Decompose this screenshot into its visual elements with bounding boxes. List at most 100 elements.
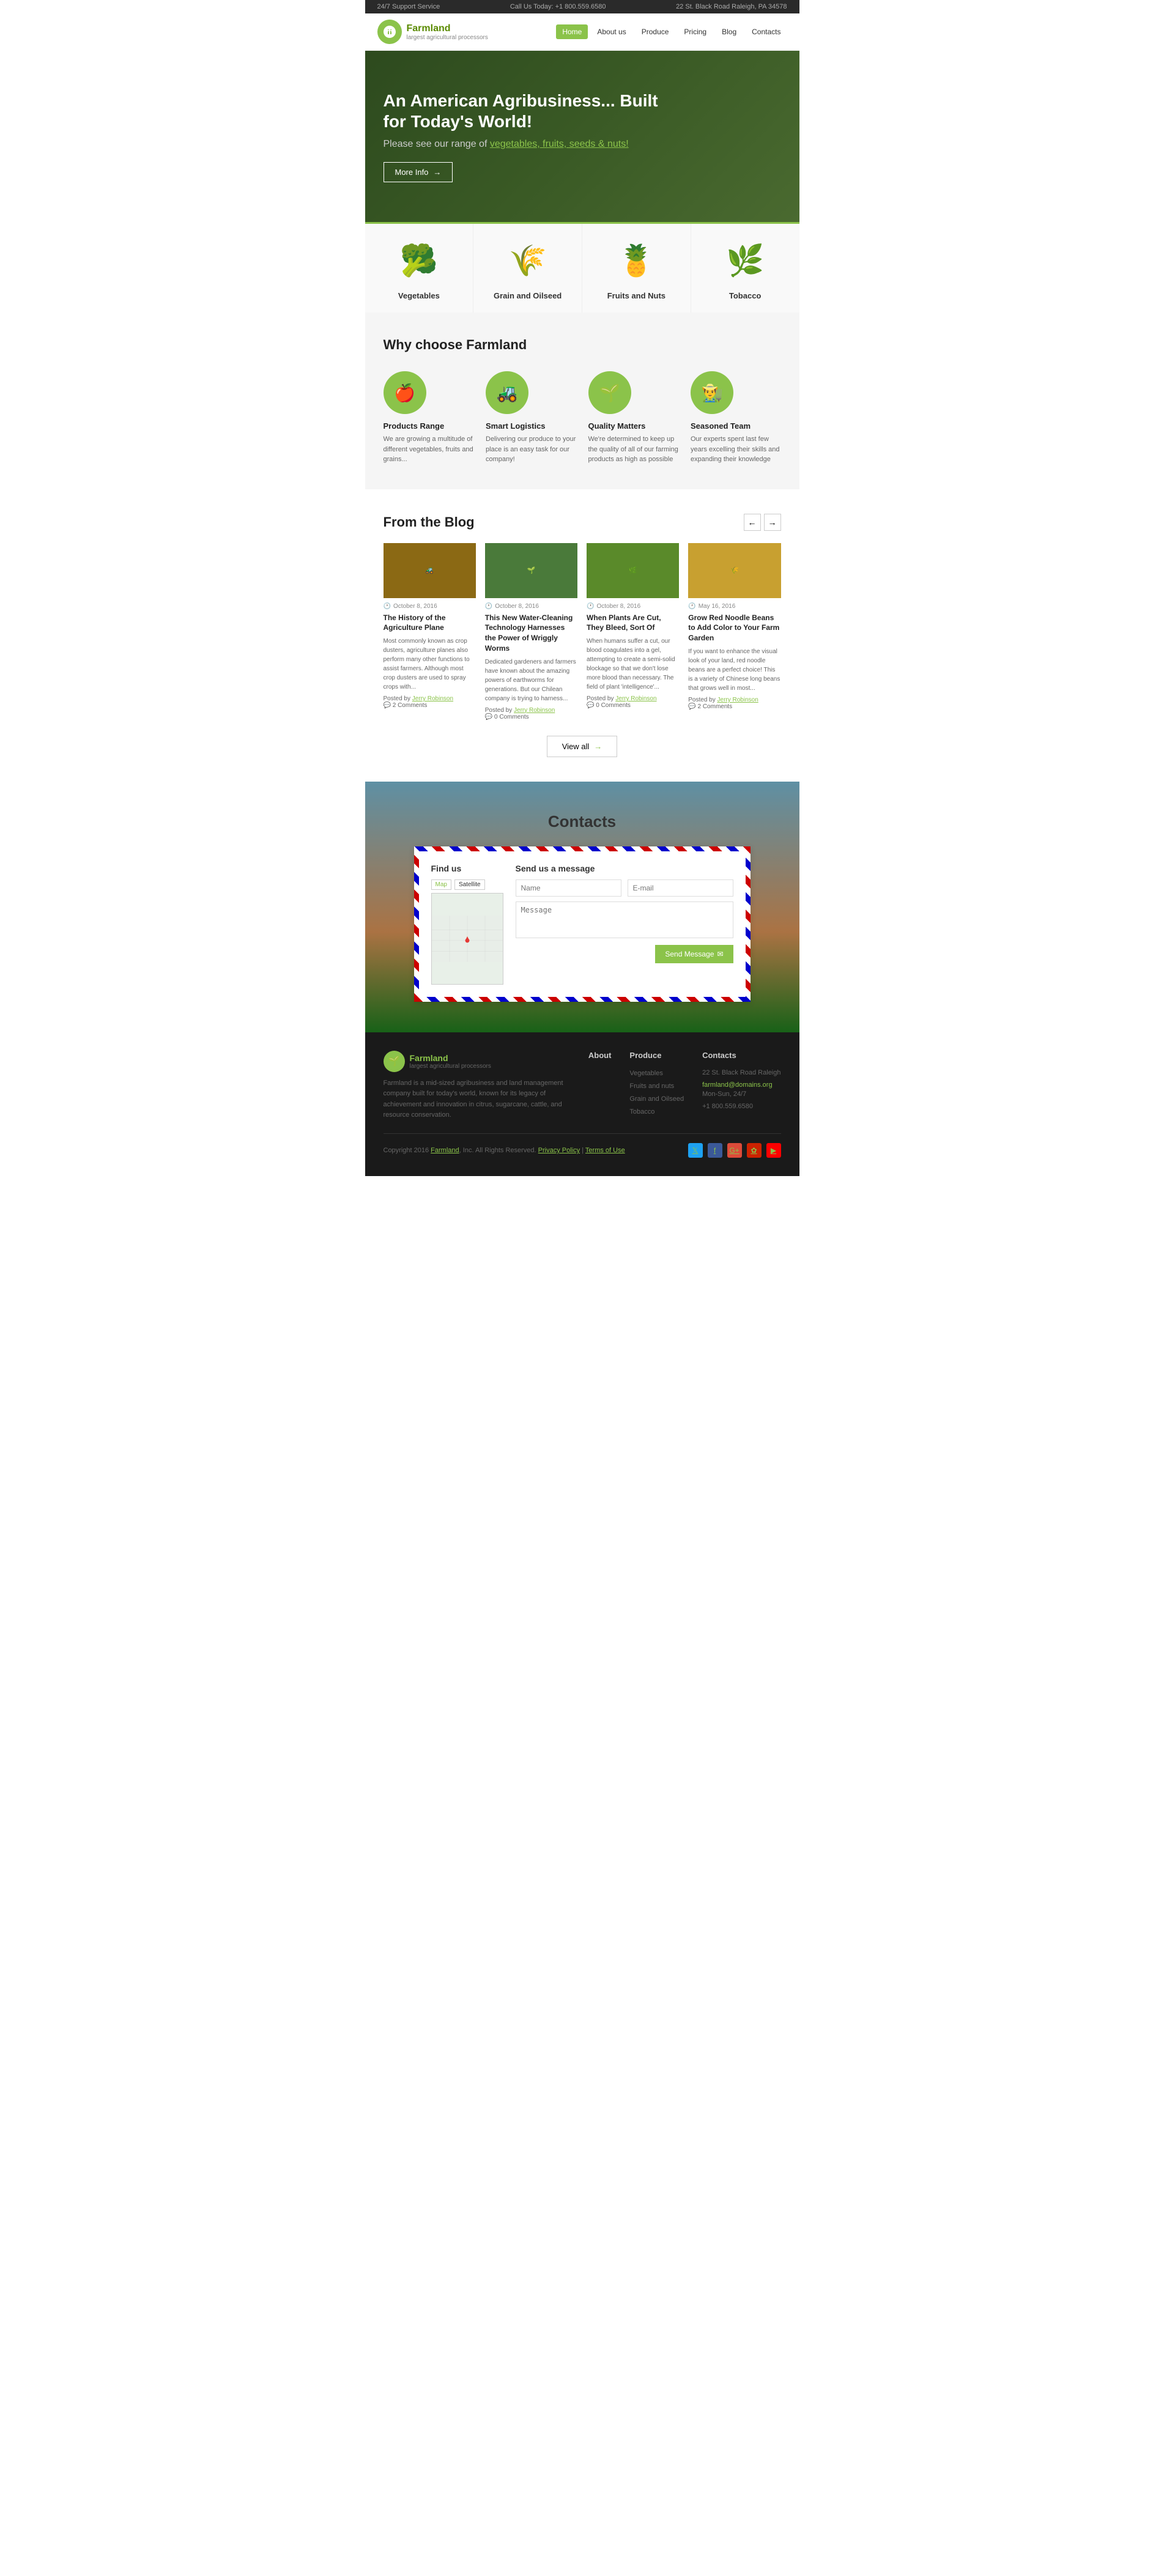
why-item-quality: 🌱 Quality Matters We're determined to ke…	[588, 371, 679, 465]
footer-grid: 🌱 Farmland largest agricultural processo…	[384, 1051, 781, 1121]
googleplus-icon[interactable]: G+	[727, 1143, 742, 1158]
blog-post-4-title[interactable]: Grow Red Noodle Beans to Add Color to Yo…	[688, 613, 780, 643]
contacts-inner: Find us Map Satellite	[431, 864, 733, 985]
blog-post-4-author[interactable]: Jerry Robinson	[717, 697, 758, 703]
footer-produce-link-1[interactable]: Vegetables	[629, 1070, 662, 1077]
comment-icon-2: 💬	[485, 714, 492, 720]
clock-icon-3: 🕐	[587, 603, 594, 610]
footer-contact-phone: +1 800.559.6580	[702, 1101, 780, 1113]
find-us-title: Find us	[431, 864, 503, 873]
footer-contacts-col: Contacts 22 St. Black Road Raleigh farml…	[702, 1051, 780, 1121]
blog-post-3-image: 🌿	[587, 543, 679, 598]
contact-name-row	[516, 879, 733, 897]
footer-privacy-link[interactable]: Privacy Policy	[538, 1147, 580, 1154]
footer-produce-title: Produce	[629, 1051, 684, 1060]
footer-contacts-title: Contacts	[702, 1051, 780, 1060]
blog-post-2-title[interactable]: This New Water-Cleaning Technology Harne…	[485, 613, 577, 654]
send-message-button[interactable]: Send Message ✉	[655, 945, 733, 963]
category-fruits[interactable]: 🍍 Fruits and Nuts	[582, 224, 691, 313]
footer-produce-link-4[interactable]: Tobacco	[629, 1108, 654, 1116]
blog-prev-button[interactable]: ←	[744, 514, 761, 531]
map-tabs: Map Satellite	[431, 879, 503, 890]
comment-icon: 💬	[384, 702, 391, 709]
cat-label-vegetables: Vegetables	[371, 291, 467, 300]
contact-name-input[interactable]	[516, 879, 621, 897]
phone-text: Call Us Today: +1 800.559.6580	[510, 3, 606, 10]
smart-logistics-icon: 🚜	[486, 371, 528, 414]
blog-post-1-image: 🚜	[384, 543, 476, 598]
nav-blog[interactable]: Blog	[716, 24, 743, 39]
hero-content: An American Agribusiness... Built for To…	[384, 91, 659, 182]
twitter-icon[interactable]: 𝕏	[688, 1143, 703, 1158]
category-grain[interactable]: 🌾 Grain and Oilseed	[473, 224, 582, 313]
contact-email-input[interactable]	[628, 879, 733, 897]
map-tab-satellite[interactable]: Satellite	[454, 879, 485, 890]
hero-subtitle: Please see our range of vegetables, frui…	[384, 139, 659, 150]
map-tab-map[interactable]: Map	[431, 879, 451, 890]
contact-message-input[interactable]	[516, 901, 733, 938]
contacts-section: Contacts Find us Map Satellite	[365, 782, 799, 1032]
footer-produce-item-4: Tobacco	[629, 1106, 684, 1116]
blog-post-3-author[interactable]: Jerry Robinson	[615, 695, 656, 702]
contacts-card: Find us Map Satellite	[414, 846, 751, 1002]
footer-produce-col: Produce Vegetables Fruits and nuts Grain…	[629, 1051, 684, 1121]
category-vegetables[interactable]: 🥦 Vegetables	[365, 224, 474, 313]
why-title: Why choose Farmland	[384, 337, 781, 353]
nav-produce[interactable]: Produce	[636, 24, 675, 39]
footer-produce-link-3[interactable]: Grain and Oilseed	[629, 1095, 684, 1103]
footer-contact-hours: Mon-Sun, 24/7	[702, 1089, 780, 1101]
why-item-products-title: Products Range	[384, 421, 474, 431]
main-nav: Home About us Produce Pricing Blog Conta…	[556, 24, 787, 39]
blog-title: From the Blog	[384, 514, 475, 530]
vegetables-icon: 🥦	[388, 236, 450, 285]
footer-contact-email[interactable]: farmland@domains.org	[702, 1081, 773, 1089]
rss-icon[interactable]: ✿	[747, 1143, 762, 1158]
blog-post-1-meta: Posted by Jerry Robinson 💬 2 Comments	[384, 695, 476, 709]
footer-brand-name: Farmland	[410, 1053, 491, 1063]
blog-post-4: 🌾 🕐 May 16, 2016 Grow Red Noodle Beans t…	[688, 543, 780, 720]
cat-label-grain: Grain and Oilseed	[480, 291, 576, 300]
footer-produce-link-2[interactable]: Fruits and nuts	[629, 1083, 674, 1090]
map-svg	[432, 894, 503, 984]
blog-post-2-comments: 0 Comments	[494, 714, 529, 720]
nav-home[interactable]: Home	[556, 24, 588, 39]
blog-post-1-title[interactable]: The History of the Agriculture Plane	[384, 613, 476, 634]
blog-post-3-title[interactable]: When Plants Are Cut, They Bleed, Sort Of	[587, 613, 679, 634]
blog-post-2-author[interactable]: Jerry Robinson	[514, 707, 555, 714]
send-message-panel: Send us a message Send Message ✉	[516, 864, 733, 985]
hero-section: An American Agribusiness... Built for To…	[365, 51, 799, 222]
blog-post-2-excerpt: Dedicated gardeners and farmers have kno…	[485, 657, 577, 703]
blog-post-1-author[interactable]: Jerry Robinson	[412, 695, 453, 702]
blog-header: From the Blog ← →	[384, 514, 781, 531]
blog-section: From the Blog ← → 🚜 🕐 October 8, 2016 Th…	[365, 489, 799, 782]
footer-logo-icon: 🌱	[384, 1051, 405, 1072]
footer-brand-link[interactable]: Farmland	[431, 1147, 459, 1154]
footer-bottom: Copyright 2016 Farmland, Inc. All Rights…	[384, 1133, 781, 1158]
blog-post-1-comments: 2 Comments	[393, 702, 428, 709]
blog-next-button[interactable]: →	[764, 514, 781, 531]
category-tobacco[interactable]: 🌿 Tobacco	[691, 224, 799, 313]
blog-post-3-meta: Posted by Jerry Robinson 💬 0 Comments	[587, 695, 679, 709]
facebook-icon[interactable]: f	[708, 1143, 722, 1158]
view-all-button[interactable]: View all	[547, 736, 618, 757]
logo: Farmland largest agricultural processors	[377, 20, 488, 44]
footer-about-col: About	[588, 1051, 612, 1121]
header: Farmland largest agricultural processors…	[365, 13, 799, 51]
quality-matters-icon: 🌱	[588, 371, 631, 414]
footer-produce-item-2: Fruits and nuts	[629, 1080, 684, 1090]
products-range-icon: 🍎	[384, 371, 426, 414]
hero-subtitle-link[interactable]: vegetables, fruits, seeds & nuts!	[490, 139, 629, 149]
youtube-icon[interactable]: ▶	[766, 1143, 781, 1158]
blog-post-2: 🌱 🕐 October 8, 2016 This New Water-Clean…	[485, 543, 577, 720]
footer-terms-link[interactable]: Terms of Use	[585, 1147, 625, 1154]
brand-name: Farmland	[407, 23, 488, 34]
nav-about[interactable]: About us	[591, 24, 632, 39]
blog-post-1: 🚜 🕐 October 8, 2016 The History of the A…	[384, 543, 476, 720]
cat-label-tobacco: Tobacco	[697, 291, 793, 300]
why-item-products: 🍎 Products Range We are growing a multit…	[384, 371, 474, 465]
why-item-team-desc: Our experts spent last few years excelli…	[691, 434, 781, 465]
more-info-button[interactable]: More Info	[384, 162, 453, 182]
nav-pricing[interactable]: Pricing	[678, 24, 713, 39]
blog-grid: 🚜 🕐 October 8, 2016 The History of the A…	[384, 543, 781, 720]
nav-contacts[interactable]: Contacts	[746, 24, 787, 39]
